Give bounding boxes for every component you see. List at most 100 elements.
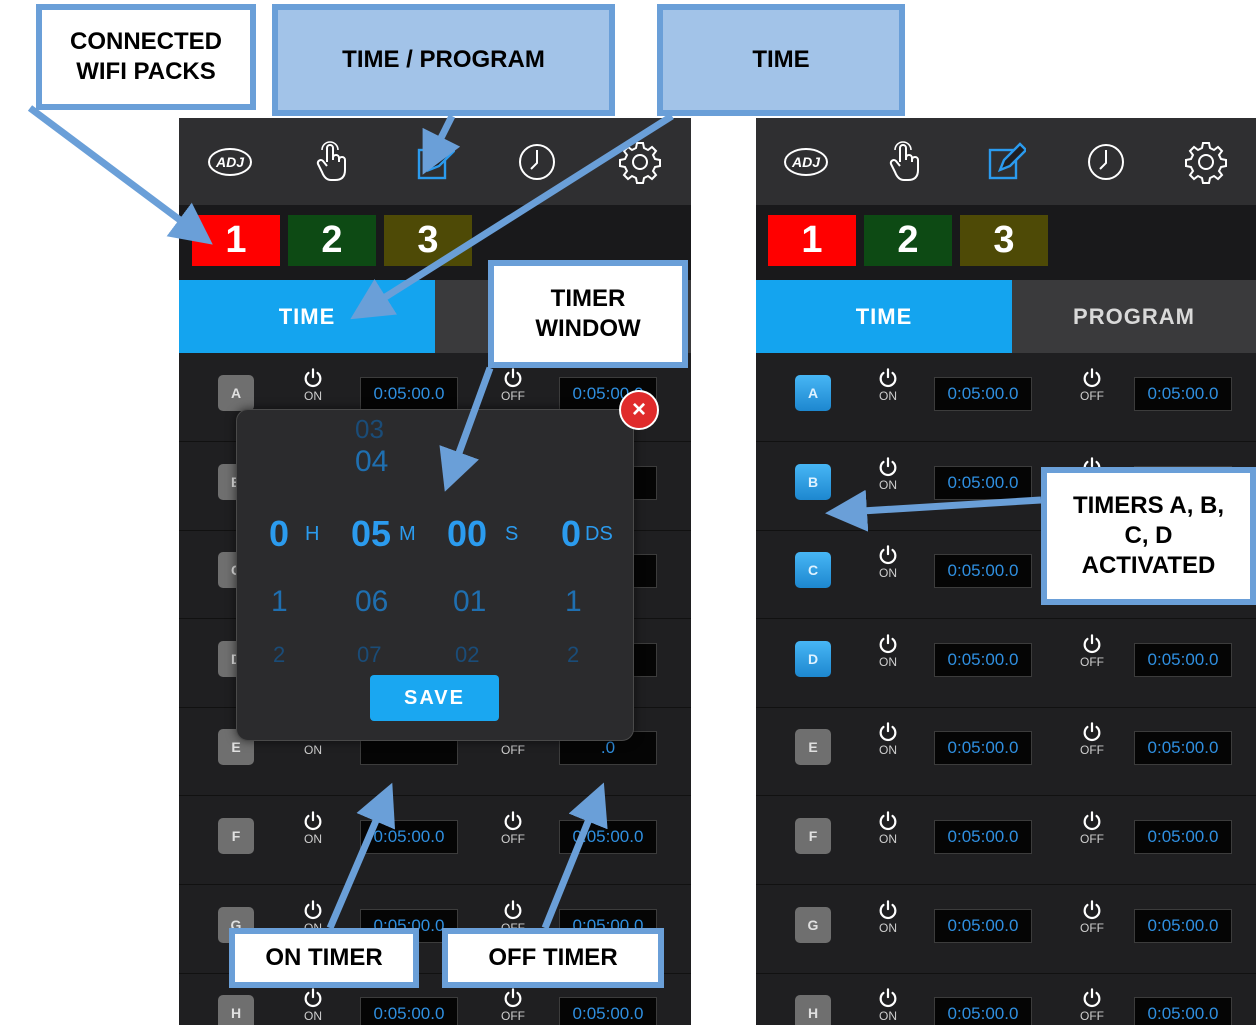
- timer-button-a[interactable]: A: [795, 375, 831, 411]
- on-time-field[interactable]: 0:05:00.0: [934, 820, 1032, 854]
- on-time-field[interactable]: 0:05:00.0: [934, 908, 1032, 943]
- pack-1[interactable]: 1: [768, 215, 856, 266]
- off-label: OFF: [1080, 743, 1104, 758]
- hours-below2: 2: [273, 642, 286, 662]
- clock-icon[interactable]: [511, 136, 563, 188]
- on-power-icon: ON: [295, 810, 331, 858]
- on-time-field[interactable]: 0:05:00.0: [360, 997, 458, 1025]
- timer-button-c[interactable]: C: [795, 552, 831, 589]
- on-power-icon: ON: [870, 810, 906, 858]
- on-label: ON: [304, 1009, 322, 1024]
- off-label: OFF: [501, 1009, 525, 1024]
- gear-icon[interactable]: [614, 136, 666, 188]
- timer-row-e: E ON 0:05:00.0 OFF 0:05:00.0: [756, 707, 1256, 797]
- off-time-field[interactable]: 0:05:00.0: [1134, 820, 1232, 854]
- on-time-field[interactable]: 0:05:00.0: [934, 465, 1032, 500]
- off-label: OFF: [501, 743, 525, 758]
- on-label: ON: [879, 566, 897, 581]
- hours-selected[interactable]: 0: [269, 513, 289, 555]
- edit-icon[interactable]: [409, 136, 461, 188]
- adj-logo-icon[interactable]: ADJ: [204, 136, 256, 188]
- pack-2[interactable]: 2: [864, 215, 952, 266]
- on-label: ON: [304, 389, 322, 403]
- tab-bar: TIME PROGRAM: [756, 280, 1256, 353]
- callout-timers-activated: TIMERS A, B, C, D ACTIVATED: [1041, 467, 1256, 605]
- off-time-field[interactable]: 0:05:00.0: [1134, 731, 1232, 766]
- off-power-icon: OFF: [495, 367, 531, 415]
- off-label: OFF: [501, 389, 525, 403]
- tab-program[interactable]: PROGRAM: [1012, 280, 1256, 353]
- timer-button-f[interactable]: F: [218, 818, 254, 854]
- pack-3[interactable]: 3: [384, 215, 472, 266]
- timer-button-f[interactable]: F: [795, 818, 831, 854]
- close-button[interactable]: ×: [619, 390, 659, 430]
- adj-logo-icon[interactable]: ADJ: [780, 136, 832, 188]
- svg-text:ADJ: ADJ: [215, 154, 245, 170]
- on-power-icon: ON: [870, 721, 906, 769]
- off-time-field[interactable]: 0:05:00.0: [1134, 908, 1232, 943]
- on-time-field[interactable]: 0:05:00.0: [360, 820, 458, 854]
- off-time-field[interactable]: 0:05:00.0: [1134, 377, 1232, 411]
- timer-button-h[interactable]: H: [795, 995, 831, 1025]
- on-time-field[interactable]: 0:05:00.0: [934, 377, 1032, 411]
- minute-above1: 04: [355, 445, 389, 478]
- on-time-field[interactable]: 0:05:00.0: [934, 731, 1032, 766]
- wifi-packs-bar: 1 2 3: [756, 205, 1256, 280]
- pack-1[interactable]: 1: [192, 215, 280, 266]
- edit-icon[interactable]: [980, 136, 1032, 188]
- on-label: ON: [879, 743, 897, 758]
- gear-icon[interactable]: [1180, 136, 1232, 188]
- seconds-selected[interactable]: 00: [447, 513, 487, 555]
- on-label: ON: [879, 920, 897, 935]
- off-time-field[interactable]: 0:05:00.0: [1134, 642, 1232, 677]
- touch-icon[interactable]: [880, 136, 932, 188]
- touch-icon[interactable]: [307, 136, 359, 188]
- on-power-icon: ON: [870, 456, 906, 504]
- off-time-field[interactable]: 0:05:00.0: [559, 997, 657, 1025]
- off-power-icon: OFF: [1074, 987, 1110, 1025]
- off-time-field[interactable]: 0:05:00.0: [559, 820, 657, 854]
- tab-time[interactable]: TIME: [179, 280, 435, 353]
- pack-2[interactable]: 2: [288, 215, 376, 266]
- minutes-below2: 07: [357, 642, 382, 662]
- timer-row-a: A ON 0:05:00.0 OFF 0:05:00.0: [756, 353, 1256, 442]
- left-screen: ADJ 1 2 3 TIME PROGRAM AON0:05:00.0OFF0:…: [179, 118, 691, 1025]
- seconds-below1: 01: [453, 585, 487, 618]
- timer-button-h[interactable]: H: [218, 995, 254, 1025]
- on-power-icon: ON: [870, 367, 906, 415]
- off-power-icon: OFF: [1074, 810, 1110, 858]
- on-label: ON: [879, 654, 897, 669]
- minutes-selected[interactable]: 05: [351, 513, 391, 555]
- timer-button-a[interactable]: A: [218, 375, 254, 411]
- off-power-icon: OFF: [495, 810, 531, 858]
- timer-button-g[interactable]: G: [795, 906, 831, 943]
- on-label: ON: [879, 1009, 897, 1024]
- tab-time[interactable]: TIME: [756, 280, 1012, 353]
- timer-button-b[interactable]: B: [795, 463, 831, 500]
- timer-button-d[interactable]: D: [795, 640, 831, 677]
- on-time-field[interactable]: 0:05:00.0: [934, 997, 1032, 1025]
- pack-3[interactable]: 3: [960, 215, 1048, 266]
- clock-icon[interactable]: [1080, 136, 1132, 188]
- seconds-below2: 02: [455, 642, 480, 662]
- hours-unit: H: [305, 523, 320, 545]
- deciseconds-selected[interactable]: 0: [561, 513, 581, 555]
- on-power-icon: ON: [870, 899, 906, 947]
- off-power-icon: OFF: [495, 987, 531, 1025]
- on-time-field[interactable]: 0:05:00.0: [934, 554, 1032, 589]
- timer-button-e[interactable]: E: [795, 729, 831, 766]
- off-power-icon: OFF: [1074, 721, 1110, 769]
- callout-on-timer: ON TIMER: [229, 928, 419, 988]
- save-button[interactable]: SAVE: [370, 675, 499, 721]
- on-time-field[interactable]: 0:05:00.0: [360, 377, 458, 411]
- on-time-field[interactable]: 0:05:00.0: [934, 642, 1032, 677]
- deciseconds-below2: 2: [567, 642, 580, 662]
- timer-row-g: G ON 0:05:00.0 OFF 0:05:00.0: [756, 885, 1256, 974]
- callout-timer-window: TIMER WINDOW: [488, 260, 688, 368]
- minutes-unit: M: [399, 523, 416, 545]
- off-time-field[interactable]: 0:05:00.0: [1134, 997, 1232, 1025]
- deciseconds-unit: DS: [585, 523, 613, 545]
- callout-connected-wifi-packs: CONNECTED WIFI PACKS: [36, 4, 256, 110]
- on-power-icon: ON: [870, 633, 906, 681]
- off-label: OFF: [1080, 1009, 1104, 1024]
